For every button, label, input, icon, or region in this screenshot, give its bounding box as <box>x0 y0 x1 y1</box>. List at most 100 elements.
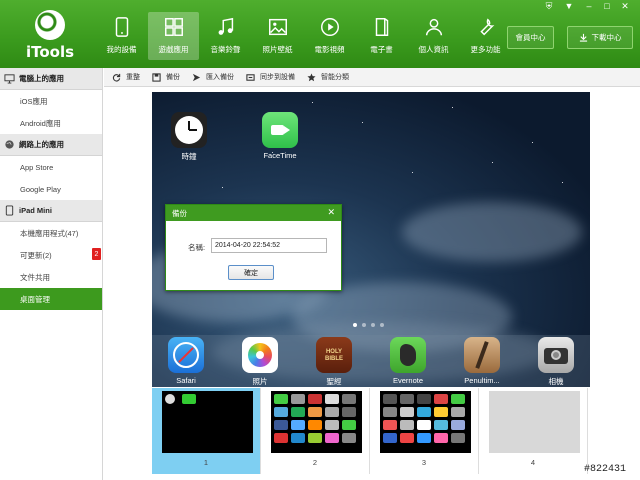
backup-name-input[interactable] <box>211 238 327 253</box>
page-thumbnails: 1 2 3 4 <box>152 388 590 474</box>
close-icon[interactable]: ✕ <box>327 207 335 218</box>
nav-ebooks[interactable]: 電子書 <box>356 12 407 60</box>
globe-icon <box>5 140 14 149</box>
penultimate-icon <box>464 337 500 373</box>
app-label: 相機 <box>548 377 564 386</box>
app-clock[interactable]: 時鐘 <box>164 112 214 162</box>
thumbnail-preview <box>489 391 580 453</box>
dock-app-evernote[interactable]: Evernote <box>383 337 433 385</box>
page-number: 4 <box>530 458 536 467</box>
nav-label: 更多功能 <box>470 45 501 54</box>
clock-icon <box>171 112 207 148</box>
sidebar-item-android-apps[interactable]: Android應用 <box>0 112 102 134</box>
refresh-button[interactable]: 重整 <box>112 72 140 82</box>
facetime-icon <box>262 112 298 148</box>
close-window-icon[interactable]: ✕ <box>618 0 632 12</box>
page-thumbnail[interactable]: 4 <box>479 388 588 474</box>
evernote-icon <box>390 337 426 373</box>
nav-games-apps[interactable]: 遊戲應用 <box>148 12 199 60</box>
dock-app-safari[interactable]: Safari <box>161 337 211 385</box>
page-thumbnail[interactable]: 3 <box>370 388 479 474</box>
nav-label: 照片壁紙 <box>262 45 293 54</box>
page-number: 2 <box>312 458 318 467</box>
app-facetime[interactable]: FaceTime <box>255 112 305 160</box>
shirt-icon[interactable]: ⛨ <box>542 0 556 12</box>
apps-grid-icon <box>164 18 183 36</box>
dock-app-bible[interactable]: HOLY BIBLE 聖經 <box>309 337 359 387</box>
minimize-icon[interactable]: – <box>582 0 596 12</box>
sidebar-section-pc-apps[interactable]: 電腦上的應用 <box>0 68 102 90</box>
page-dot <box>353 323 357 327</box>
watermark: #822431 <box>584 464 627 475</box>
nav-label: 我的設備 <box>106 45 137 54</box>
camera-icon <box>538 337 574 373</box>
sidebar-item-google-play[interactable]: Google Play <box>0 178 102 200</box>
nav-music[interactable]: 音樂鈴聲 <box>200 12 251 60</box>
dialog-title: 備份 <box>172 208 187 218</box>
sidebar-item-local-apps[interactable]: 本機應用程式(47) <box>0 222 102 244</box>
nav-videos[interactable]: 電影視頻 <box>304 12 355 60</box>
sync-icon <box>246 73 255 81</box>
app-label: FaceTime <box>263 151 297 160</box>
app-label: 時鐘 <box>181 152 197 161</box>
star-icon <box>307 72 316 81</box>
page-indicator <box>353 323 384 327</box>
app-label: Evernote <box>392 376 424 385</box>
sidebar-section-device[interactable]: iPad Mini <box>0 200 102 222</box>
thumbnail-preview <box>380 391 471 453</box>
import-icon <box>192 73 201 81</box>
tool-label: 重整 <box>126 74 140 81</box>
sync-to-device-button[interactable]: 同步到設備 <box>246 72 295 82</box>
nav-my-device[interactable]: 我的設備 <box>96 12 147 60</box>
sidebar-item-ios-apps[interactable]: iOS應用 <box>0 90 102 112</box>
nav-more[interactable]: 更多功能 <box>460 12 511 60</box>
sidebar-item-desktop-manager[interactable]: 桌面管理 <box>0 288 102 310</box>
import-backup-button[interactable]: 匯入備份 <box>192 72 234 82</box>
save-icon <box>152 72 161 82</box>
sidebar-item-app-store[interactable]: App Store <box>0 156 102 178</box>
tool-label: 匯入備份 <box>206 74 234 81</box>
backup-button[interactable]: 備份 <box>152 72 180 82</box>
toolbar: 重整 備份 匯入備份 同步到設備 智能分類 <box>104 68 640 87</box>
page-dot <box>371 323 375 327</box>
nav-label: 遊戲應用 <box>158 45 189 54</box>
dock-app-penultimate[interactable]: Penultim... <box>457 337 507 385</box>
safari-icon <box>168 337 204 373</box>
nav-label: 電影視頻 <box>314 45 345 54</box>
page-dot <box>362 323 366 327</box>
itools-logo: iTools <box>22 8 78 64</box>
page-number: 1 <box>203 458 209 467</box>
page-thumbnail[interactable]: 1 <box>152 388 261 474</box>
maximize-icon[interactable]: □ <box>600 0 614 12</box>
app-label: 照片 <box>252 377 268 386</box>
dialog-title-bar: 備份 ✕ <box>166 205 341 221</box>
app-label: Penultim... <box>464 376 500 385</box>
settings-menu-icon[interactable]: ▼ <box>562 0 576 12</box>
tool-label: 智能分類 <box>321 74 349 81</box>
nav-photos[interactable]: 照片壁紙 <box>252 12 303 60</box>
page-thumbnail[interactable]: 2 <box>261 388 370 474</box>
bible-icon: HOLY BIBLE <box>316 337 352 373</box>
dock-app-photos[interactable]: 照片 <box>235 337 285 387</box>
image-icon <box>268 18 287 36</box>
sidebar-item-file-sharing[interactable]: 文件共用 <box>0 266 102 288</box>
dock-app-camera[interactable]: 相機 <box>531 337 581 387</box>
thumbnail-preview <box>162 391 253 453</box>
smart-sort-button[interactable]: 智能分類 <box>307 72 349 82</box>
main-nav: 我的設備 遊戲應用 音樂鈴聲 照片壁紙 電影視頻 電子書 個人資訊 更多功能 <box>96 12 512 60</box>
sidebar-item-updates[interactable]: 可更新(2) 2 <box>0 244 102 266</box>
nav-personal-info[interactable]: 個人資訊 <box>408 12 459 60</box>
ok-button[interactable]: 確定 <box>228 265 274 280</box>
tool-label: 備份 <box>166 74 180 81</box>
sidebar-section-online-apps[interactable]: 網路上的應用 <box>0 134 102 156</box>
member-center-button[interactable]: 會員中心 <box>507 26 554 49</box>
sidebar-section-title: iPad Mini <box>19 206 52 215</box>
page-dot <box>380 323 384 327</box>
person-icon <box>425 18 442 36</box>
wrench-icon <box>479 18 494 36</box>
page-number: 3 <box>421 458 427 467</box>
download-center-button[interactable]: 下載中心 <box>567 26 633 49</box>
top-bar: iTools 我的設備 遊戲應用 音樂鈴聲 照片壁紙 電影視頻 電子書 個人資訊… <box>0 0 640 68</box>
logo-icon <box>35 10 65 40</box>
tablet-icon <box>5 205 14 216</box>
